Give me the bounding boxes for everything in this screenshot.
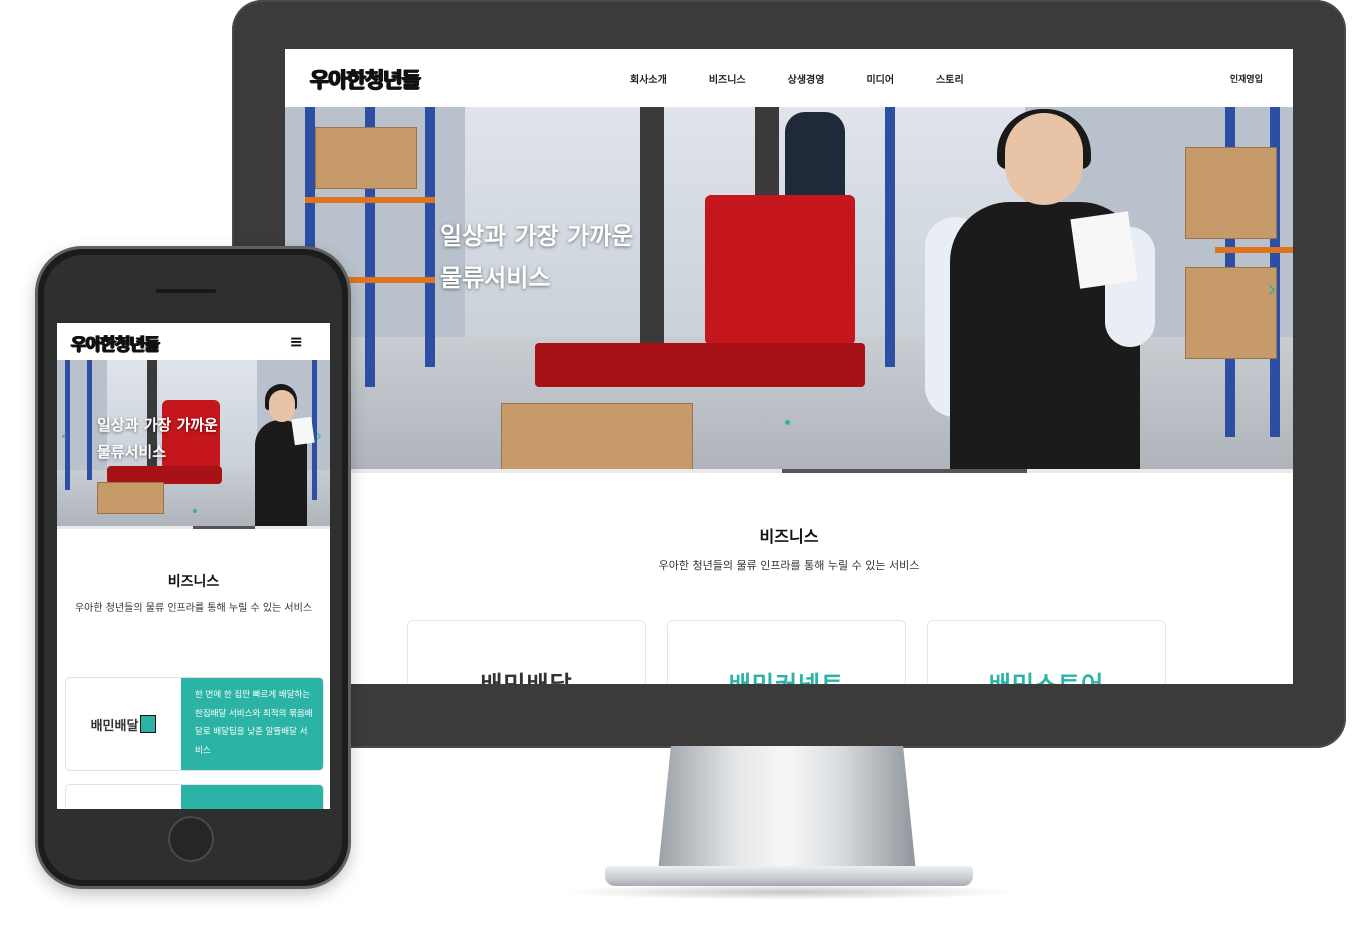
mobile-slider-dot[interactable]: [193, 509, 197, 513]
nav-item-story[interactable]: 스토리: [936, 71, 964, 86]
mobile-slider-progress-fill: [193, 526, 255, 529]
chevron-right-icon[interactable]: ›: [316, 426, 322, 445]
business-card-baemin-connect[interactable]: 배민커넥트: [667, 620, 906, 684]
monitor-stand: [658, 746, 916, 872]
business-card-baemin-store[interactable]: 배민스토어: [927, 620, 1166, 684]
business-title: 비즈니스: [759, 527, 819, 546]
chevron-left-icon[interactable]: ‹: [61, 426, 67, 445]
recruit-link[interactable]: 인재영입: [1230, 72, 1263, 85]
card-logo: 배민스토어: [928, 665, 1165, 684]
hero-line-1: 일상과 가장 가까운: [440, 222, 634, 250]
slider-progress-fill: [782, 469, 1027, 473]
mobile-business-subtitle: 우아한 청년들의 물류 인프라를 통해 누릴 수 있는 서비스: [74, 603, 313, 614]
mobile-screen: 우아한청년들 ≡ 일상과 가장 가까운 물류서비스 ‹ › 비즈니스 우아한 청…: [57, 323, 330, 809]
mobile-hero-line-1: 일상과 가장 가까운: [97, 416, 218, 434]
business-card-baemin-delivery[interactable]: 배민배달: [407, 620, 646, 684]
desktop-header: 우아한청년들 회사소개 비즈니스 상생경영 미디어 스토리 인재영입: [285, 49, 1293, 107]
hero-line-2: 물류서비스: [440, 264, 551, 292]
mobile-business-title: 비즈니스: [167, 574, 220, 590]
mobile-card-description: 한 번에 한 집만 빠르게 배달하는 한집배달 서비스와 최적의 묶음배달로 배…: [181, 678, 323, 770]
baemin-badge-icon: [140, 715, 157, 733]
monitor-shadow: [560, 884, 1020, 900]
chevron-right-icon[interactable]: ›: [1267, 275, 1277, 303]
business-subtitle: 우아한 청년들의 물류 인프라를 통해 누릴 수 있는 서비스: [658, 559, 920, 572]
mobile-hero-slider: 일상과 가장 가까운 물류서비스 ‹ ›: [57, 360, 330, 526]
menu-icon[interactable]: ≡: [290, 332, 303, 351]
phone-home-button: [168, 816, 214, 862]
desktop-screen: 우아한청년들 회사소개 비즈니스 상생경영 미디어 스토리 인재영입 일상과 가…: [285, 49, 1293, 684]
monitor-base: [605, 866, 973, 886]
main-nav: 회사소개 비즈니스 상생경영 미디어 스토리: [630, 71, 1006, 86]
mobile-hero-line-2: 물류서비스: [97, 443, 167, 461]
card-logo: 배민커넥트: [668, 665, 905, 684]
mobile-hero-headline: 일상과 가장 가까운 물류서비스: [97, 412, 218, 466]
mobile-site-logo[interactable]: 우아한청년들: [71, 330, 160, 355]
phone-speaker: [156, 289, 216, 293]
mobile-card-logo: 배민배달: [66, 678, 181, 770]
card-logo: 배민배달: [408, 665, 645, 684]
hero-slider: 일상과 가장 가까운 물류서비스 ›: [285, 107, 1293, 471]
mobile-business-card[interactable]: 배민배달 한 번에 한 집만 빠르게 배달하는 한집배달 서비스와 최적의 묶음…: [65, 677, 324, 771]
nav-item-business[interactable]: 비즈니스: [709, 71, 746, 86]
nav-item-about[interactable]: 회사소개: [630, 71, 667, 86]
nav-item-cooperation[interactable]: 상생경영: [788, 71, 825, 86]
hero-headline: 일상과 가장 가까운 물류서비스: [440, 215, 633, 299]
site-logo[interactable]: 우아한청년들: [310, 64, 421, 94]
slider-dot[interactable]: [785, 420, 790, 425]
mobile-business-card-2[interactable]: [65, 784, 324, 809]
nav-item-media[interactable]: 미디어: [866, 71, 894, 86]
